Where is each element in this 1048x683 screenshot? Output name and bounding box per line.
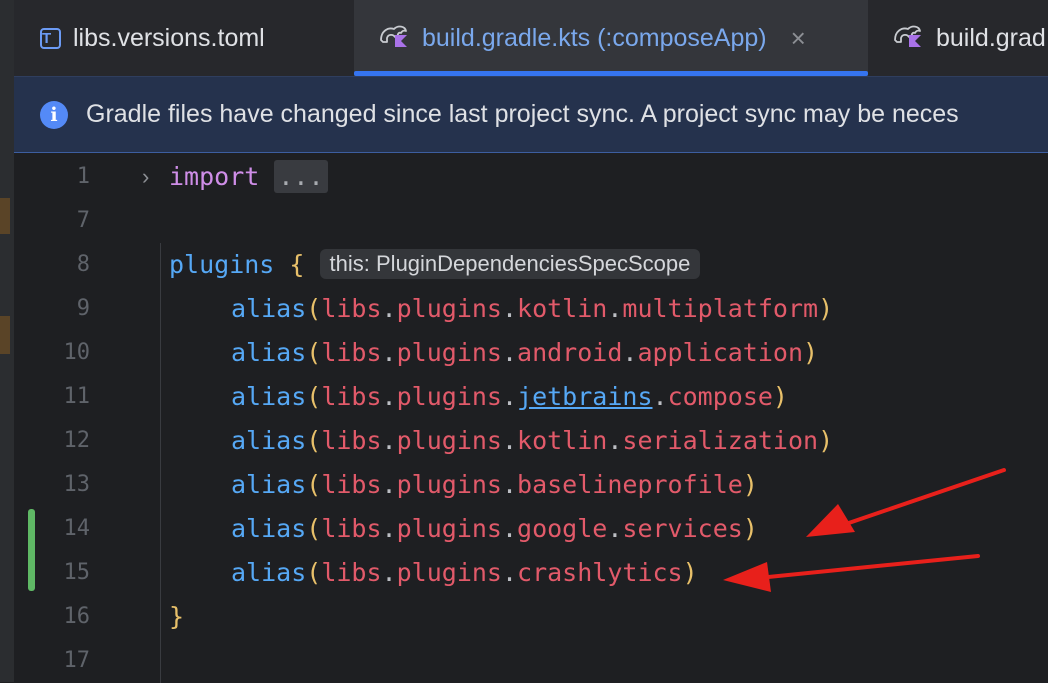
line-number: 15 <box>63 560 91 585</box>
strip-marker <box>0 316 10 354</box>
alias-line: alias(libs.plugins.android.application) <box>231 338 819 367</box>
info-icon: i <box>40 100 68 129</box>
alias-line: alias(libs.plugins.baselineprofile) <box>231 470 758 499</box>
code-line: 12 alias(libs.plugins.kotlin.serializati… <box>14 419 1048 463</box>
code-line: 7 <box>14 199 1048 243</box>
gradle-sync-notification: i Gradle files have changed since last p… <box>14 76 1048 153</box>
line-number: 16 <box>63 604 91 629</box>
strip-marker <box>0 198 10 234</box>
notification-text: Gradle files have changed since last pro… <box>86 100 959 128</box>
code-line: 10 alias(libs.plugins.android.applicatio… <box>14 331 1048 375</box>
code-line: 8 plugins { this: PluginDependenciesSpec… <box>14 243 1048 287</box>
alias-line: alias(libs.plugins.google.services) <box>231 514 758 543</box>
tab-libs-versions-toml[interactable]: T libs.versions.toml <box>14 0 354 76</box>
line-number: 1 <box>76 164 90 189</box>
import-statement: import ... <box>169 155 328 199</box>
tab-build-gradle-composeapp[interactable]: build.gradle.kts (:composeApp) × <box>354 0 868 76</box>
code-line: 17 <box>14 639 1048 683</box>
gradle-kotlin-icon <box>892 22 924 55</box>
alias-line: alias(libs.plugins.jetbrains.compose) <box>231 382 788 411</box>
alias-line: alias(libs.plugins.crashlytics) <box>231 558 698 587</box>
editor-tab-bar: T libs.versions.toml build.gradle.kts (:… <box>14 0 1048 76</box>
jetbrains-link[interactable]: jetbrains <box>517 382 652 411</box>
folded-imports[interactable]: ... <box>274 160 328 193</box>
line-number: 10 <box>63 340 91 365</box>
gradle-kotlin-icon <box>378 22 410 55</box>
code-line: 13 alias(libs.plugins.baselineprofile) <box>14 463 1048 507</box>
left-tool-strip <box>0 0 14 682</box>
line-number: 13 <box>63 472 91 497</box>
fold-chevron-icon[interactable]: › <box>142 163 149 191</box>
line-number: 7 <box>76 208 90 233</box>
line-number: 17 <box>63 648 91 673</box>
code-line: 16 } <box>14 595 1048 639</box>
line-number: 11 <box>63 384 91 409</box>
tab-label: libs.versions.toml <box>73 23 265 52</box>
line-number: 9 <box>76 296 90 321</box>
line-number: 12 <box>63 428 91 453</box>
tab-label: build.gradle.kts (:composeApp) <box>422 23 767 52</box>
code-editor[interactable]: 1 › import ... 7 8 plugins { this: Plugi… <box>14 153 1048 683</box>
alias-line: alias(libs.plugins.kotlin.serialization) <box>231 426 834 455</box>
code-line: 15 alias(libs.plugins.crashlytics) <box>14 551 1048 595</box>
code-line: 14 alias(libs.plugins.google.services) <box>14 507 1048 551</box>
line-number: 14 <box>63 516 91 541</box>
toml-file-icon: T <box>40 27 61 49</box>
inlay-hint: this: PluginDependenciesSpecScope <box>319 249 701 279</box>
line-number: 8 <box>76 252 90 277</box>
alias-line: alias(libs.plugins.kotlin.multiplatform) <box>231 294 834 323</box>
tab-build-gradle[interactable]: build.grad <box>868 0 1048 76</box>
plugins-block-open: plugins { this: PluginDependenciesSpecSc… <box>169 243 701 287</box>
plugins-block-close: } <box>169 602 185 631</box>
tab-label: build.grad <box>936 23 1046 52</box>
code-line: 1 › import ... <box>14 155 1048 199</box>
code-line: 9 alias(libs.plugins.kotlin.multiplatfor… <box>14 287 1048 331</box>
code-line: 11 alias(libs.plugins.jetbrains.compose) <box>14 375 1048 419</box>
close-icon[interactable]: × <box>791 23 806 54</box>
